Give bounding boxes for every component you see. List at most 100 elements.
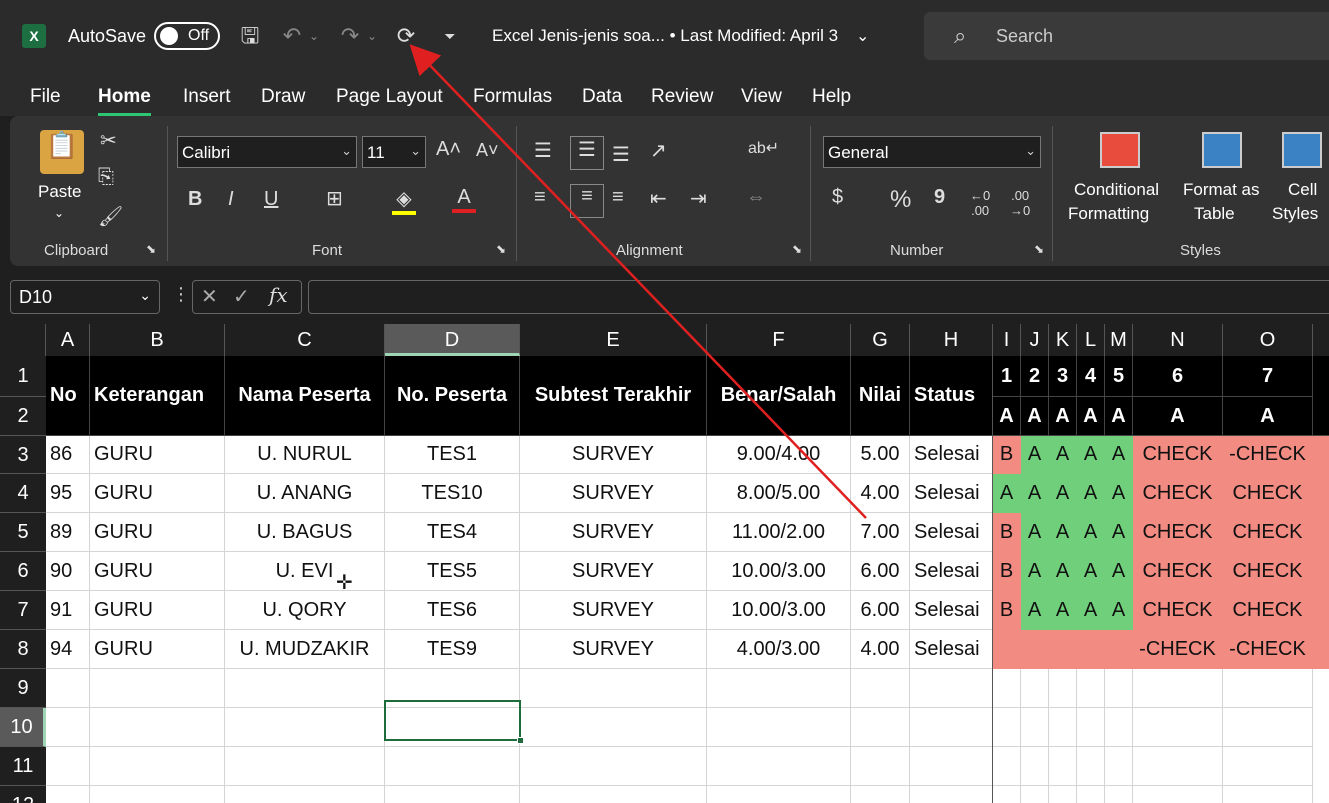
column-header-e[interactable]: E [520,324,707,356]
cell-n8[interactable]: -CHECK [1133,630,1223,669]
question-number-7[interactable]: 7 [1223,356,1313,397]
format-as-table-label-2[interactable]: Table [1194,204,1235,224]
cell-n11[interactable] [1133,747,1223,786]
cell-j10[interactable] [1021,708,1049,747]
row-header-10[interactable]: 10 [0,708,46,747]
column-header-d[interactable]: D [385,324,520,356]
header-keterangan[interactable]: Keterangan [90,356,225,436]
answer-key-7[interactable]: A [1223,397,1313,436]
cell-f8[interactable]: 4.00/3.00 [707,630,851,669]
cell-j8[interactable] [1021,630,1049,669]
column-header-l[interactable]: L [1077,324,1105,356]
cell-e4[interactable]: SURVEY [520,474,707,513]
cell-p3[interactable] [1313,436,1329,474]
cut-icon[interactable]: ✂ [100,128,117,153]
paste-icon[interactable]: 📋 [40,130,84,174]
format-painter-icon[interactable]: 🖌 [98,204,123,229]
column-header-g[interactable]: G [851,324,910,356]
row-header-6[interactable]: 6 [0,552,46,591]
column-header-k[interactable]: K [1049,324,1077,356]
cell-d8[interactable]: TES9 [385,630,520,669]
answer-key-3[interactable]: A [1049,397,1077,436]
cell-o5[interactable]: CHECK [1223,513,1313,552]
tab-draw[interactable]: Draw [261,86,305,108]
format-as-table-icon[interactable] [1202,132,1242,168]
chevron-down-icon[interactable]: ⌄ [856,26,869,46]
cell-l11[interactable] [1077,747,1105,786]
cell-styles-icon[interactable] [1282,132,1322,168]
cell-m12[interactable] [1105,786,1133,803]
bold-button[interactable]: B [188,188,202,211]
formula-input[interactable] [308,280,1329,314]
cell-g8[interactable]: 4.00 [851,630,910,669]
header-status[interactable]: Status [910,356,993,436]
cell-c12[interactable] [225,786,385,803]
cell-g6[interactable]: 6.00 [851,552,910,591]
cell-d7[interactable]: TES6 [385,591,520,630]
column-header-c[interactable]: C [225,324,385,356]
tab-insert[interactable]: Insert [183,86,231,108]
document-title[interactable]: Excel Jenis-jenis soa... • Last Modified… [492,26,838,46]
align-bottom-icon[interactable]: ☰ [612,142,630,167]
cell-n4[interactable]: CHECK [1133,474,1223,513]
cell-c6[interactable]: U. EVI [225,552,385,591]
cell-g10[interactable] [851,708,910,747]
cell-i10[interactable] [993,708,1021,747]
cell-k12[interactable] [1049,786,1077,803]
cell-o4[interactable]: CHECK [1223,474,1313,513]
cell-g7[interactable]: 6.00 [851,591,910,630]
cell-c5[interactable]: U. BAGUS [225,513,385,552]
cell-p5[interactable] [1313,513,1329,552]
row-header-9[interactable]: 9 [0,669,46,708]
more-options-icon[interactable]: ⋮ [172,284,190,305]
row-header-12[interactable]: 12 [0,786,46,803]
cell-a5[interactable]: 89 [46,513,90,552]
answer-key-5[interactable]: A [1105,397,1133,436]
cell-l12[interactable] [1077,786,1105,803]
cell-k9[interactable] [1049,669,1077,708]
cell-l3[interactable]: A [1077,436,1105,474]
fill-handle[interactable] [517,737,524,744]
cell-o11[interactable] [1223,747,1313,786]
cell-a11[interactable] [46,747,90,786]
cell-i7[interactable]: B [993,591,1021,630]
cell-g11[interactable] [851,747,910,786]
question-number-6[interactable]: 6 [1133,356,1223,397]
tab-formulas[interactable]: Formulas [473,86,552,108]
tab-help[interactable]: Help [812,86,851,108]
cell-h8[interactable]: Selesai [910,630,993,669]
cell-a8[interactable]: 94 [46,630,90,669]
fill-color-icon[interactable]: ◈ [392,186,416,215]
cell-g9[interactable] [851,669,910,708]
cell-e12[interactable] [520,786,707,803]
enter-icon[interactable]: ✓ [233,284,250,309]
cell-b8[interactable]: GURU [90,630,225,669]
cell-c8[interactable]: U. MUDZAKIR [225,630,385,669]
cell-j4[interactable]: A [1021,474,1049,513]
cell-g3[interactable]: 5.00 [851,436,910,474]
question-number-3[interactable]: 3 [1049,356,1077,397]
dialog-launcher-icon[interactable]: ⬊ [792,242,802,256]
cell-j3[interactable]: A [1021,436,1049,474]
merge-center-icon[interactable]: ⇔ [746,186,766,209]
column-header-p[interactable] [1313,324,1329,356]
cell-h12[interactable] [910,786,993,803]
column-header-f[interactable]: F [707,324,851,356]
tab-data[interactable]: Data [582,86,622,108]
cell-n7[interactable]: CHECK [1133,591,1223,630]
cell-n3[interactable]: CHECK [1133,436,1223,474]
cell-e9[interactable] [520,669,707,708]
insert-function-button[interactable]: fx [269,283,288,307]
column-header-m[interactable]: M [1105,324,1133,356]
cell-d5[interactable]: TES4 [385,513,520,552]
cell-f10[interactable] [707,708,851,747]
cell-f3[interactable]: 9.00/4.00 [707,436,851,474]
cell-d4[interactable]: TES10 [385,474,520,513]
header-extra[interactable] [1313,356,1329,436]
cell-n6[interactable]: CHECK [1133,552,1223,591]
customize-toolbar-icon[interactable]: ⏷ [436,22,464,50]
cell-m3[interactable]: A [1105,436,1133,474]
increase-font-icon[interactable]: A˄ [436,138,461,161]
save-icon[interactable]: 🖫 [236,22,264,50]
cell-e3[interactable]: SURVEY [520,436,707,474]
